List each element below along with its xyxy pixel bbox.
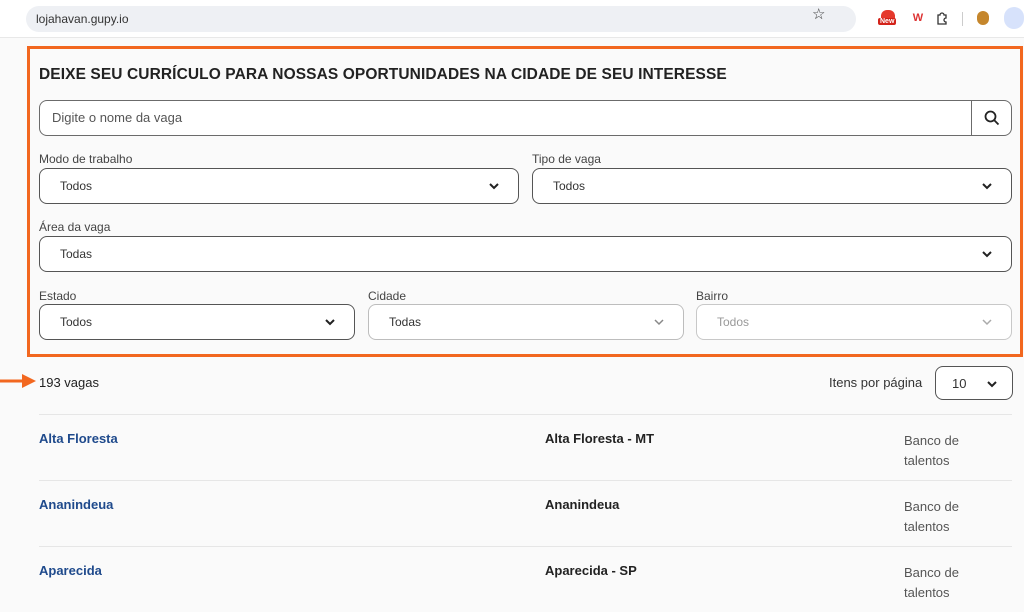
star-icon[interactable]: ☆	[812, 5, 825, 23]
estado-value: Todos	[60, 315, 93, 329]
arrow-right-icon	[0, 374, 36, 388]
job-location: Ananindeua	[545, 497, 620, 512]
area-vaga-value: Todas	[60, 247, 93, 261]
list-item[interactable]: Aparecida Aparecida - SP Banco de talent…	[39, 546, 1012, 612]
tipo-vaga-value: Todos	[553, 179, 586, 193]
search-input[interactable]: Digite o nome da vaga	[52, 110, 182, 125]
bairro-value: Todos	[717, 315, 750, 329]
modo-trabalho-select[interactable]: Todos	[39, 168, 519, 204]
address-bar[interactable]: lojahavan.gupy.io	[26, 6, 856, 32]
job-title-link[interactable]: Aparecida	[39, 563, 102, 578]
modo-trabalho-label: Modo de trabalho	[39, 152, 133, 166]
extension-w-icon[interactable]: W	[910, 8, 926, 28]
area-vaga-select[interactable]: Todas	[39, 236, 1012, 272]
tipo-vaga-label: Tipo de vaga	[532, 152, 601, 166]
chevron-down-icon	[982, 251, 992, 258]
chevron-down-icon	[987, 381, 997, 388]
list-item[interactable]: Ananindeua Ananindeua Banco de talentos	[39, 480, 1012, 546]
extension-new-icon[interactable]: New	[878, 8, 898, 28]
search-icon	[984, 110, 999, 126]
cidade-value: Todas	[389, 315, 422, 329]
area-vaga-label: Área da vaga	[39, 220, 111, 234]
bairro-label: Bairro	[696, 289, 729, 303]
results-count: 193 vagas	[39, 375, 99, 390]
job-title-link[interactable]: Alta Floresta	[39, 431, 118, 446]
search-box: Digite o nome da vaga	[39, 100, 1012, 136]
cidade-select[interactable]: Todas	[368, 304, 684, 340]
estado-select[interactable]: Todos	[39, 304, 355, 340]
cidade-label: Cidade	[368, 289, 407, 303]
modo-trabalho-value: Todos	[60, 179, 93, 193]
job-location: Alta Floresta - MT	[545, 431, 655, 446]
job-type: Banco de talentos	[904, 565, 959, 600]
job-title-link[interactable]: Ananindeua	[39, 497, 113, 512]
items-per-page-select[interactable]: 10	[935, 366, 1013, 400]
items-per-page-label: Itens por página	[829, 375, 923, 390]
url-text: lojahavan.gupy.io	[36, 12, 129, 26]
job-type: Banco de talentos	[904, 499, 959, 534]
search-button[interactable]	[971, 101, 1011, 135]
chevron-down-icon	[489, 183, 499, 190]
avatar[interactable]	[1004, 7, 1024, 29]
bairro-select[interactable]: Todos	[696, 304, 1012, 340]
job-type: Banco de talentos	[904, 433, 959, 468]
puzzle-icon[interactable]	[934, 8, 950, 28]
toolbar-divider	[962, 12, 963, 26]
estado-label: Estado	[39, 289, 77, 303]
chevron-down-icon	[982, 319, 992, 326]
chevron-down-icon	[325, 319, 335, 326]
tipo-vaga-select[interactable]: Todos	[532, 168, 1012, 204]
browser-toolbar: lojahavan.gupy.io ☆ New W	[0, 0, 1024, 38]
profile-extension-icon[interactable]	[974, 8, 992, 28]
page-title: DEIXE SEU CURRÍCULO PARA NOSSAS OPORTUNI…	[39, 66, 727, 83]
chevron-down-icon	[982, 183, 992, 190]
job-location: Aparecida - SP	[545, 563, 637, 578]
items-per-page-value: 10	[952, 376, 967, 391]
chevron-down-icon	[654, 319, 664, 326]
list-item[interactable]: Alta Floresta Alta Floresta - MT Banco d…	[39, 414, 1012, 480]
